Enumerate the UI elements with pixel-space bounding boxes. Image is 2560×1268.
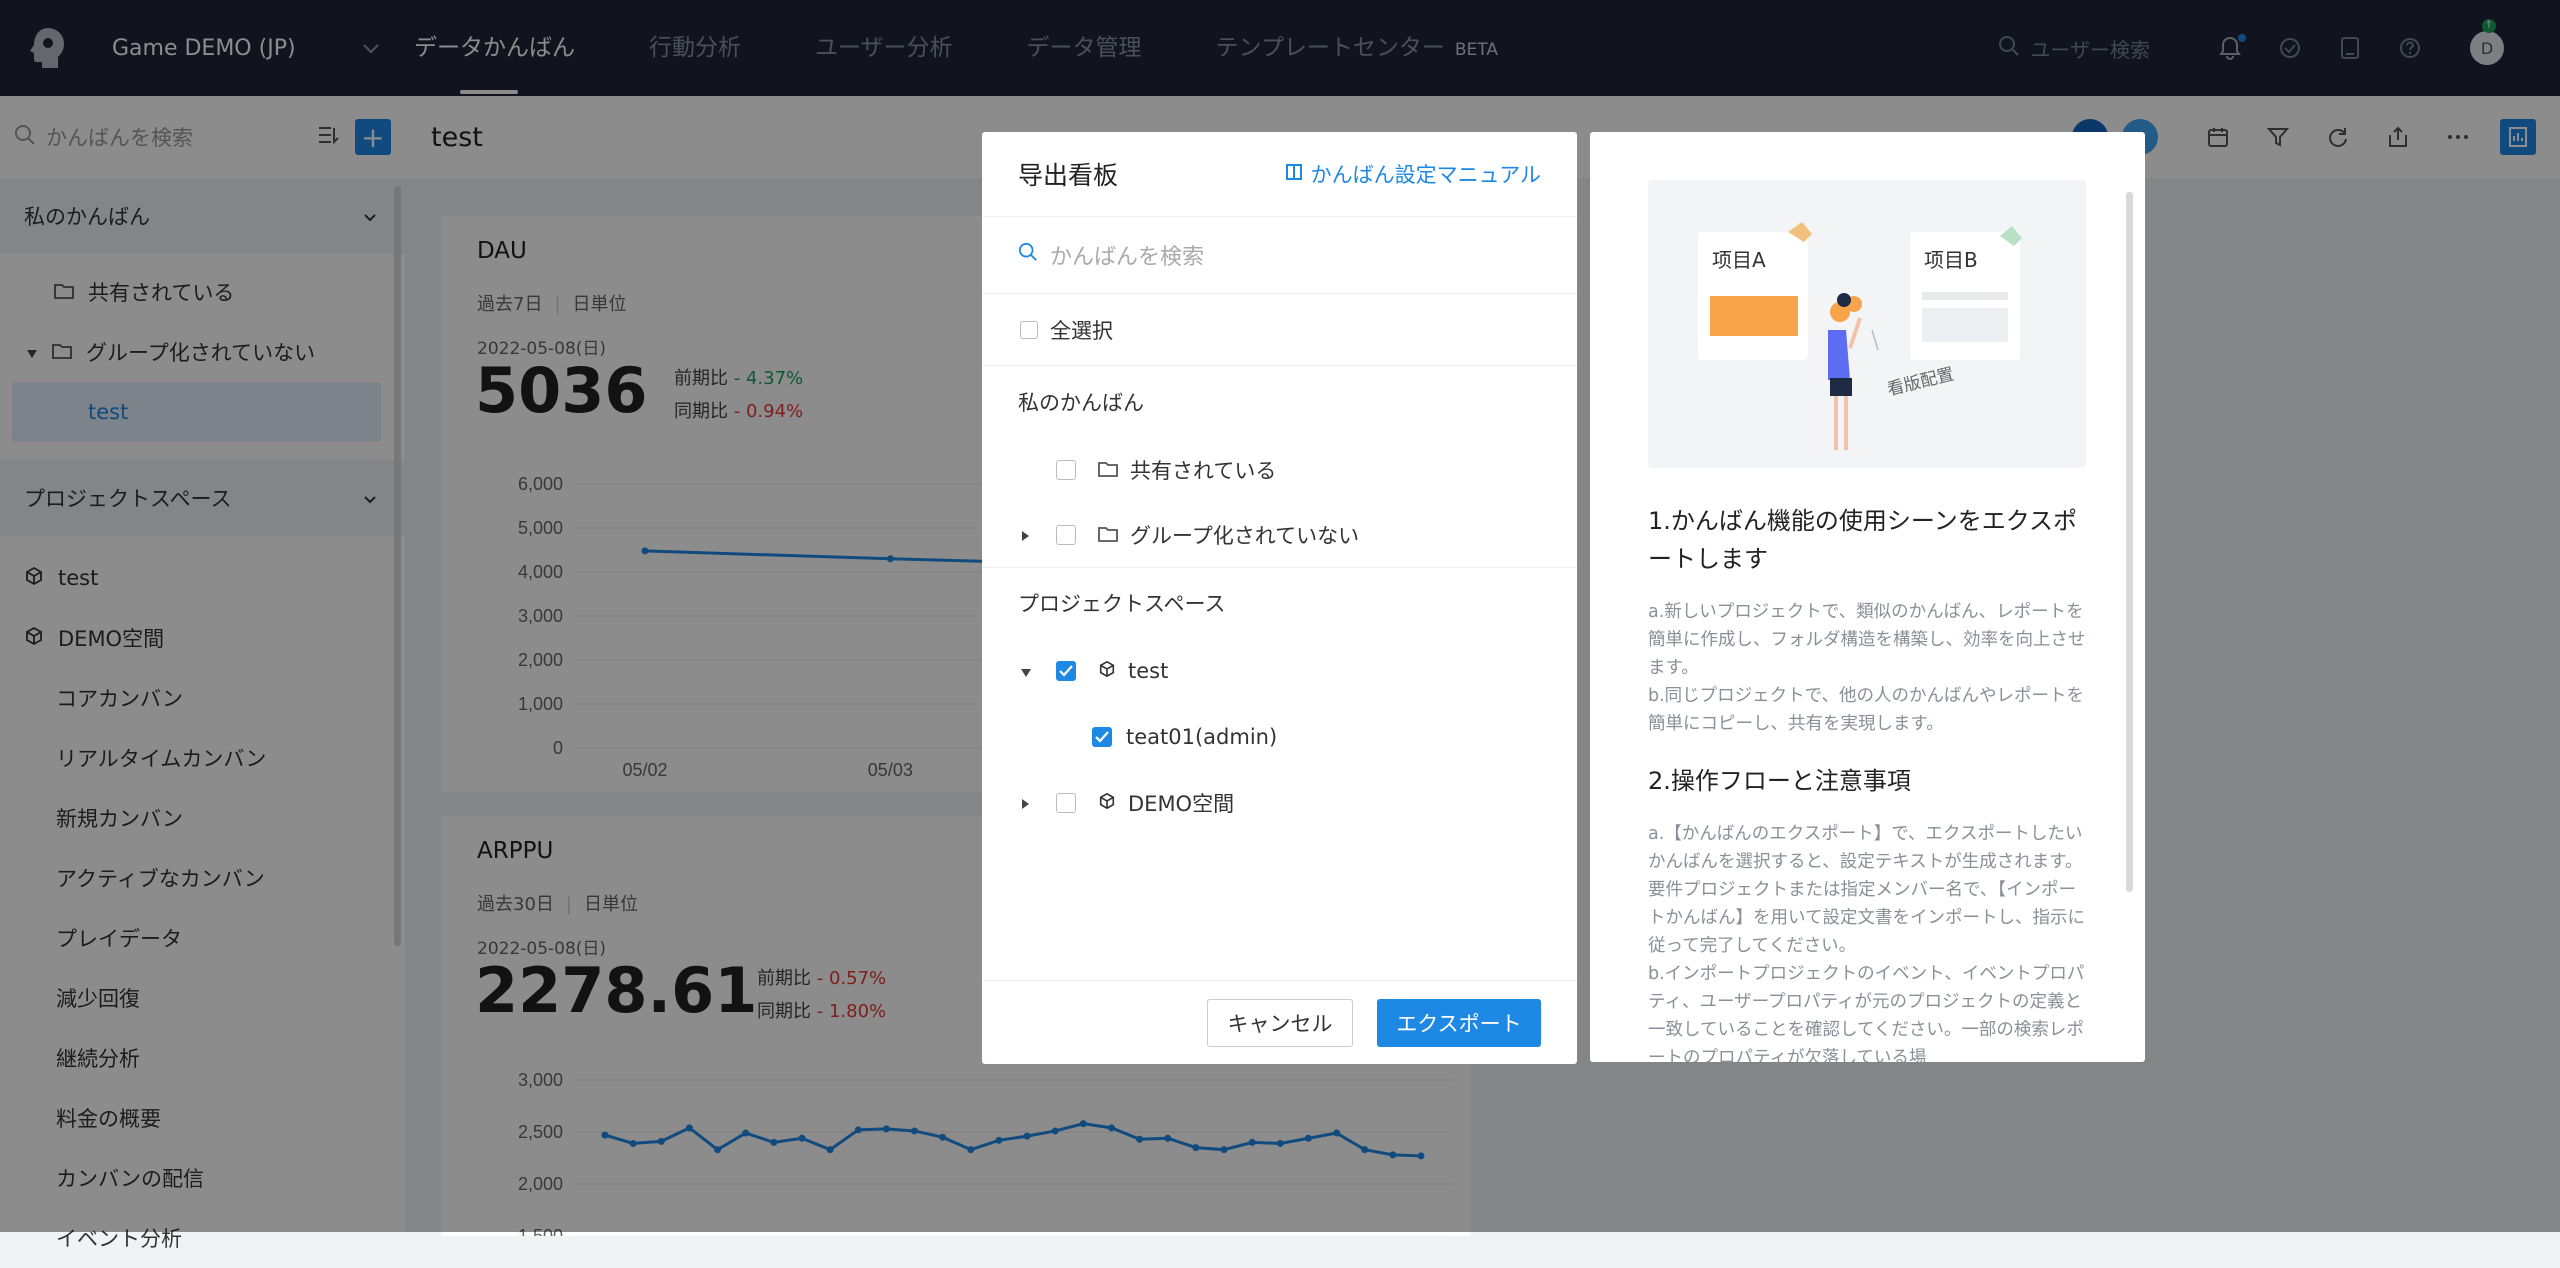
tree-row-label: DEMO空間 [1128, 792, 1235, 816]
dialog-search-placeholder: かんばんを検索 [1050, 245, 1205, 270]
help-heading-1: 1.かんばん機能の使用シーンをエクスポートします [1648, 507, 2077, 573]
help-paragraph-1a: a.新しいプロジェクトで、類似のかんばん、レポートを簡単に作成し、フォルダ構造を… [1648, 602, 2086, 678]
tree-row-label: 共有されている [1130, 459, 1277, 483]
member-checkbox[interactable] [1092, 727, 1112, 747]
help-heading-2: 2.操作フローと注意事項 [1648, 767, 1911, 795]
dialog-title: 导出看板 [1018, 161, 1119, 190]
illustration-label-a: 项目A [1712, 248, 1766, 272]
select-all-label: 全選択 [1050, 318, 1113, 343]
tree-row-ungrouped[interactable]: グループ化されていない [982, 502, 1577, 568]
help-scrollbar[interactable] [2126, 192, 2133, 892]
caret-right-icon[interactable] [1020, 791, 1030, 815]
demo-checkbox[interactable] [1056, 793, 1076, 813]
test-checkbox[interactable] [1056, 661, 1076, 681]
help-paragraph-2b: b.インポートプロジェクトのイベント、イベントプロパティ、ユーザープロパティが元… [1648, 964, 2085, 1062]
tree-row-demo[interactable]: DEMO空間 [982, 770, 1577, 836]
manual-link-label: かんばん設定マニュアル [1310, 163, 1541, 187]
help-paragraph-1b: b.同じプロジェクトで、他の人のかんばんやレポートを簡単にコピーし、共有を実現し… [1648, 686, 2084, 734]
tree-row-label: グループ化されていない [1130, 523, 1360, 548]
dialog-footer: キャンセル エクスポート [982, 980, 1577, 1064]
select-all-checkbox[interactable] [1020, 320, 1038, 339]
folder-icon [1098, 458, 1118, 482]
search-icon [1018, 242, 1038, 268]
caret-down-icon[interactable] [1020, 659, 1032, 683]
cancel-button[interactable]: キャンセル [1207, 998, 1353, 1047]
cube-icon [1098, 791, 1116, 815]
dialog-search-input[interactable]: かんばんを検索 [982, 216, 1577, 294]
cube-icon [1098, 659, 1116, 683]
export-dialog: 导出看板 かんばん設定マニュアル かんばんを検索 全選択 私のかんばん 共有され… [982, 132, 1577, 1064]
shared-checkbox[interactable] [1056, 460, 1076, 480]
dialog-header: 导出看板 かんばん設定マニュアル [982, 132, 1577, 216]
book-icon [1285, 162, 1303, 186]
folder-icon [1098, 523, 1118, 547]
ungrouped-checkbox[interactable] [1056, 524, 1076, 545]
export-button[interactable]: エクスポート [1377, 998, 1541, 1047]
help-illustration: 项目A 项目B 看版配置 [1648, 180, 2086, 468]
my-kanban-section: 私のかんばん [1018, 391, 1144, 415]
help-paragraph-2a: a.【かんばんのエクスポート】で、エクスポートしたいかんばんを選択すると、設定テ… [1648, 824, 2085, 956]
tree-row-label: test [1128, 659, 1169, 683]
tree-row-test[interactable]: test [982, 638, 1577, 704]
select-all-row[interactable]: 全選択 [982, 294, 1577, 366]
caret-right-icon[interactable] [1020, 523, 1030, 547]
project-space-section: プロジェクトスペース [1018, 592, 1226, 616]
help-panel: 项目A 项目B 看版配置 1.かんばん機能の使用シーンをエクスポートします a.… [1590, 132, 2145, 1062]
manual-link[interactable]: かんばん設定マニュアル [1285, 159, 1541, 189]
illustration-label-b: 项目B [1924, 248, 1978, 272]
tree-row-shared[interactable]: 共有されている [982, 438, 1577, 502]
tree-row-member[interactable]: teat01(admin) [982, 704, 1577, 770]
tree-row-label: teat01(admin) [1126, 725, 1278, 749]
